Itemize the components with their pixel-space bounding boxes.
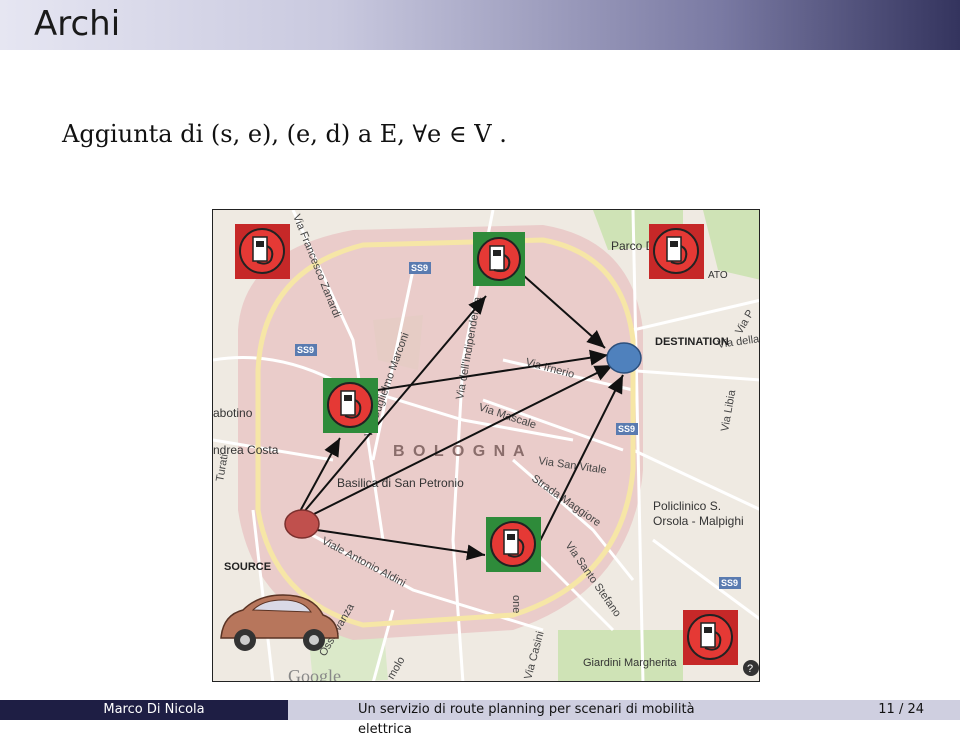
destination-node bbox=[606, 342, 642, 374]
place-label: Policlinico S. bbox=[653, 499, 721, 513]
destination-label: DESTINATION bbox=[655, 336, 729, 348]
road-shield-label: SS9 bbox=[721, 578, 738, 588]
street-label: abotino bbox=[213, 406, 253, 420]
charging-station-icon bbox=[683, 610, 738, 665]
charging-station-icon bbox=[486, 517, 541, 572]
charging-station-icon bbox=[235, 224, 290, 279]
slide-title: Archi bbox=[34, 4, 121, 44]
city-label: B O L O G N A bbox=[393, 443, 527, 460]
svg-text:?: ? bbox=[747, 663, 753, 675]
map-figure: Via Francesco Zanardi Via Guglielmo Marc… bbox=[212, 209, 760, 682]
map-svg: Via Francesco Zanardi Via Guglielmo Marc… bbox=[213, 210, 759, 682]
footer-talk-title: Un servizio di route planning per scenar… bbox=[288, 700, 722, 737]
road-shield-label: SS9 bbox=[618, 424, 635, 434]
road-shield-label: SS9 bbox=[297, 345, 314, 355]
footer: Marco Di Nicola Un servizio di route pla… bbox=[0, 700, 960, 737]
street-label: ndrea Costa bbox=[213, 443, 279, 457]
charging-station-icon bbox=[649, 224, 704, 279]
source-node bbox=[284, 509, 320, 539]
road-shield-label: SS9 bbox=[411, 263, 428, 273]
place-label: ATO bbox=[708, 270, 728, 281]
google-logo: Google bbox=[288, 666, 341, 682]
slide-body-text: Aggiunta di (s, e), (e, d) a E, ∀e ∈ V . bbox=[62, 120, 507, 148]
park-area bbox=[558, 630, 683, 681]
charging-station-icon bbox=[323, 378, 378, 433]
place-label: Giardini Margherita bbox=[583, 657, 677, 669]
street-label: one bbox=[510, 595, 522, 613]
charging-station-icon bbox=[473, 232, 525, 286]
footer-author: Marco Di Nicola bbox=[0, 700, 288, 720]
title-bar: Archi bbox=[0, 0, 960, 50]
footer-page-number: 11 / 24 bbox=[722, 700, 960, 720]
place-label: Basilica di San Petronio bbox=[337, 476, 464, 490]
place-label: Orsola - Malpighi bbox=[653, 514, 744, 528]
source-label: SOURCE bbox=[224, 561, 271, 573]
help-icon: ? bbox=[743, 660, 759, 676]
